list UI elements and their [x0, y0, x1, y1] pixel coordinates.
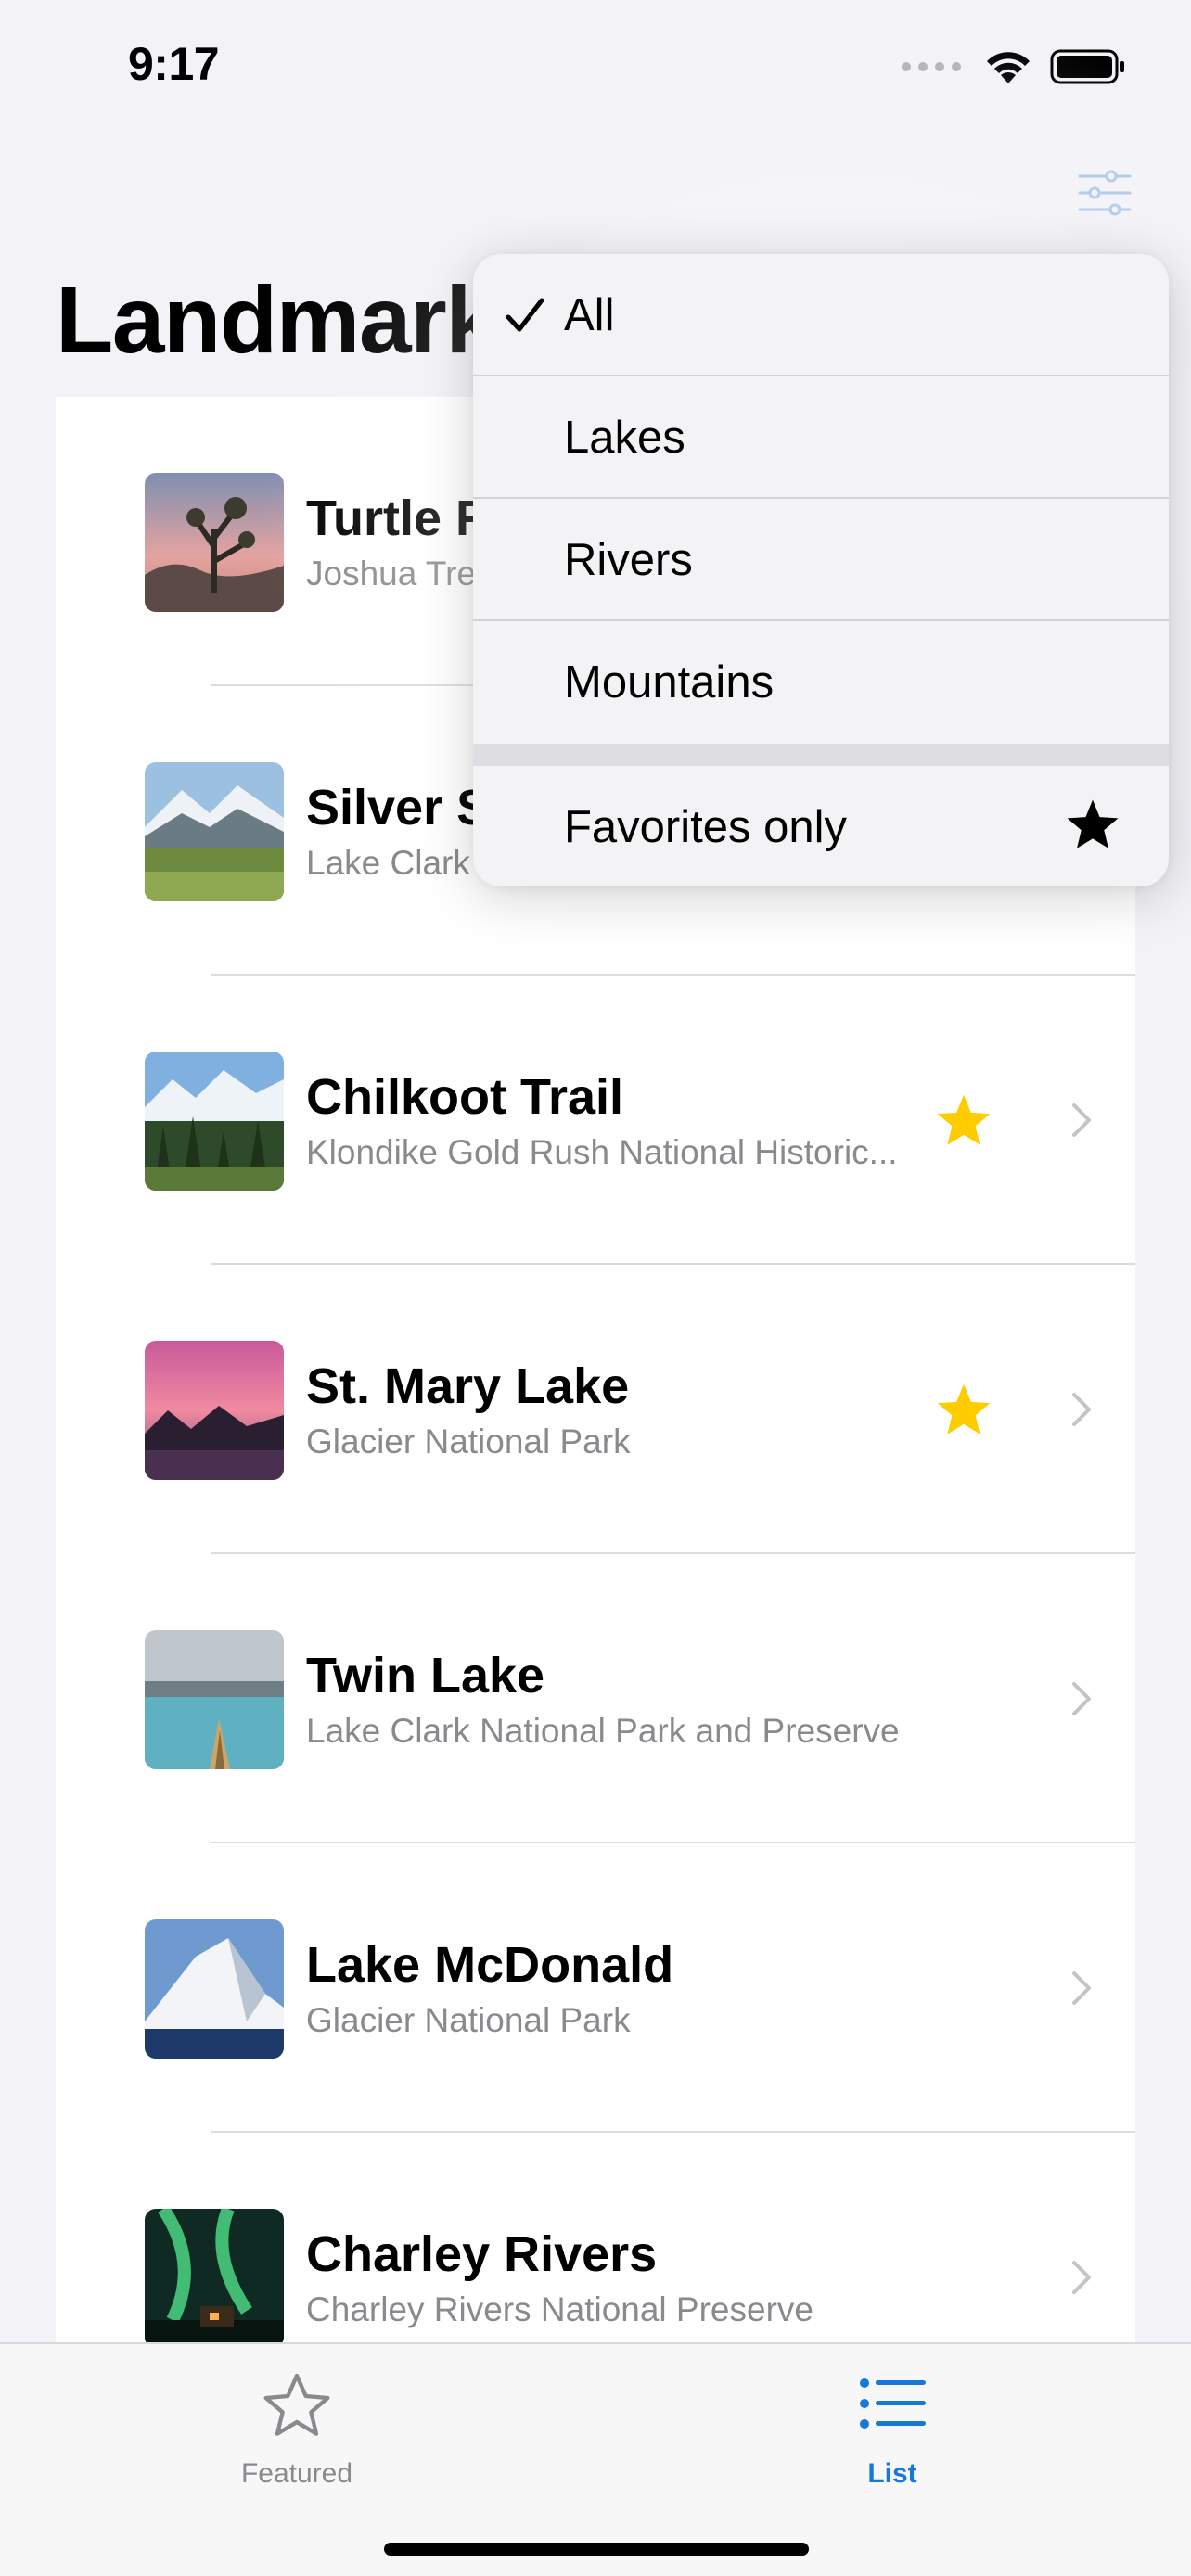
tab-featured[interactable]: Featured — [158, 2370, 436, 2500]
menu-item-lakes[interactable]: Lakes — [473, 376, 1169, 499]
landmark-thumbnail — [145, 1919, 284, 2059]
chevron-right-icon — [1072, 1103, 1091, 1137]
list-item[interactable]: St. Mary Lake Glacier National Park — [56, 1265, 1135, 1554]
landmark-name: Chilkoot Trail — [306, 1069, 624, 1125]
landmark-thumbnail — [145, 1630, 284, 1769]
landmark-name: Lake McDonald — [306, 1937, 674, 1993]
wifi-icon — [987, 52, 1030, 83]
star-outline-icon — [263, 2373, 330, 2436]
filter-button[interactable] — [1076, 169, 1133, 217]
status-time: 9:17 — [128, 38, 220, 90]
home-indicator — [384, 2543, 809, 2556]
favorite-star-icon — [937, 1384, 991, 1435]
landmark-park: Charley Rivers National Preserve — [306, 2290, 813, 2328]
tab-list[interactable]: List — [753, 2370, 1031, 2500]
filter-menu: All Lakes Rivers Mountains Favorites onl… — [473, 254, 1169, 886]
landmark-thumbnail — [145, 1052, 284, 1191]
landmark-park: Glacier National Park — [306, 1422, 631, 1460]
landmark-park: Lake Clark National Park and Preserve — [306, 1712, 900, 1750]
list-item[interactable]: Charley Rivers Charley Rivers National P… — [56, 2133, 1135, 2344]
menu-item-label: Rivers — [564, 535, 693, 585]
star-fill-icon — [1067, 799, 1119, 848]
slider-horizontal-icon — [1078, 170, 1132, 216]
chevron-right-icon — [1072, 1682, 1091, 1715]
landmark-name: Twin Lake — [306, 1648, 545, 1703]
landmark-park: Glacier National Park — [306, 2001, 631, 2039]
landmark-thumbnail — [145, 2209, 284, 2344]
chevron-right-icon — [1072, 1393, 1091, 1426]
menu-item-label: Favorites only — [564, 802, 848, 852]
landmark-thumbnail — [145, 1341, 284, 1480]
menu-item-label: Lakes — [564, 413, 685, 463]
battery-icon — [1050, 49, 1124, 84]
list-item[interactable]: Lake McDonald Glacier National Park — [56, 1843, 1135, 2133]
status-icons — [902, 48, 1126, 85]
status-bar: 9:17 — [0, 0, 1191, 130]
landmark-thumbnail — [145, 473, 284, 612]
menu-item-label: Mountains — [564, 657, 775, 708]
checkmark-icon — [506, 298, 544, 332]
list-item[interactable]: Twin Lake Lake Clark National Park and P… — [56, 1554, 1135, 1843]
favorite-star-icon — [937, 1094, 991, 1145]
menu-section-gap — [473, 744, 1169, 766]
cellular-signal-icon — [902, 62, 961, 71]
landmark-name: St. Mary Lake — [306, 1358, 630, 1414]
menu-item-label: All — [564, 290, 615, 340]
list-item[interactable]: Chilkoot Trail Klondike Gold Rush Nation… — [56, 976, 1135, 1265]
menu-item-all[interactable]: All — [473, 254, 1169, 376]
landmark-name: Charley Rivers — [306, 2226, 658, 2282]
tab-label: Featured — [240, 2458, 353, 2489]
landmark-thumbnail — [145, 762, 284, 901]
menu-item-rivers[interactable]: Rivers — [473, 499, 1169, 621]
menu-item-mountains[interactable]: Mountains — [473, 621, 1169, 744]
chevron-right-icon — [1072, 1971, 1091, 2005]
chevron-right-icon — [1072, 2261, 1091, 2294]
list-bullet-icon — [860, 2378, 926, 2429]
landmark-park: Klondike Gold Rush National Historic... — [306, 1133, 898, 1171]
tab-bar: Featured List — [0, 2342, 1191, 2576]
tab-label: List — [867, 2458, 917, 2489]
